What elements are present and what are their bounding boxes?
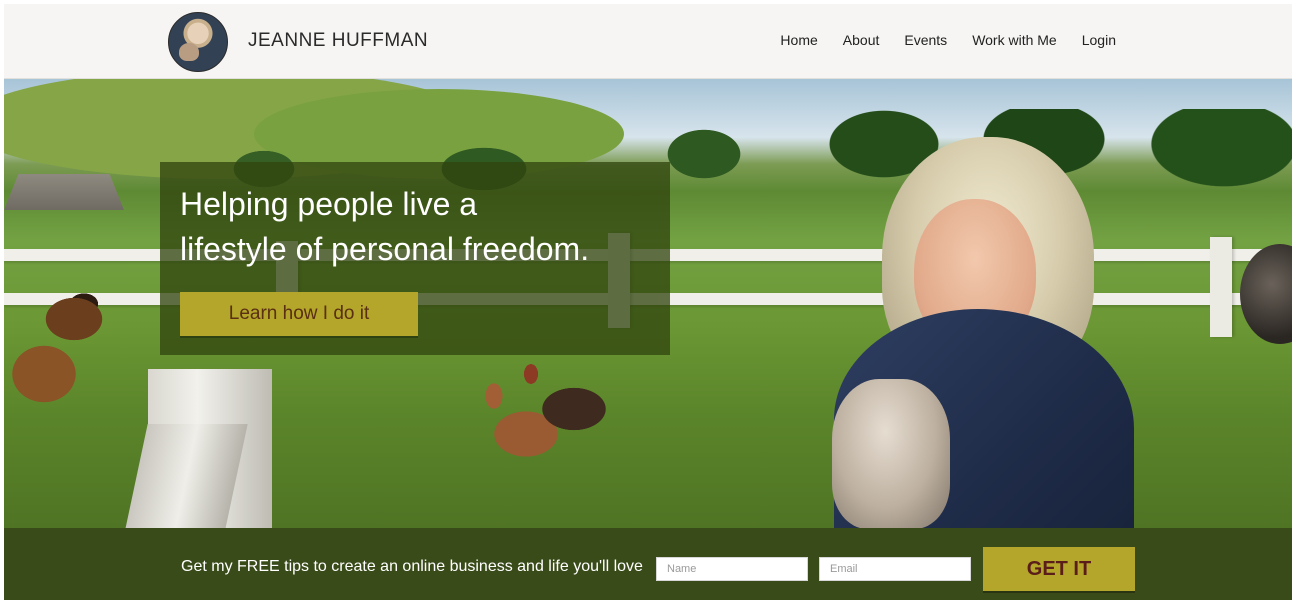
main-nav: Home About Events Work with Me Login (780, 32, 1116, 48)
nav-work-with-me[interactable]: Work with Me (972, 32, 1057, 48)
gazebo-roof (4, 174, 124, 210)
fence-post (1210, 237, 1232, 337)
get-it-button[interactable]: GET IT (983, 547, 1135, 591)
signup-bar: Get my FREE tips to create an online bus… (4, 528, 1292, 600)
hero-section: Helping people live a lifestyle of perso… (4, 79, 1292, 528)
page: JEANNE HUFFMAN Home About Events Work wi… (4, 4, 1292, 600)
dog-image (4, 279, 114, 419)
email-input[interactable] (819, 557, 971, 581)
goat-image (832, 379, 950, 528)
learn-how-button[interactable]: Learn how I do it (180, 292, 418, 336)
name-input[interactable] (656, 557, 808, 581)
nav-home[interactable]: Home (780, 32, 817, 48)
avatar[interactable] (168, 12, 228, 72)
hero-headline: Helping people live a lifestyle of perso… (180, 186, 590, 267)
site-brand[interactable]: JEANNE HUFFMAN (248, 30, 428, 52)
hen-image (519, 364, 619, 454)
nav-about[interactable]: About (843, 32, 880, 48)
signup-text: Get my FREE tips to create an online bus… (181, 558, 643, 575)
nav-events[interactable]: Events (904, 32, 947, 48)
site-header: JEANNE HUFFMAN Home About Events Work wi… (4, 4, 1292, 79)
hero-text-box: Helping people live a lifestyle of perso… (160, 162, 670, 355)
nav-login[interactable]: Login (1082, 32, 1116, 48)
